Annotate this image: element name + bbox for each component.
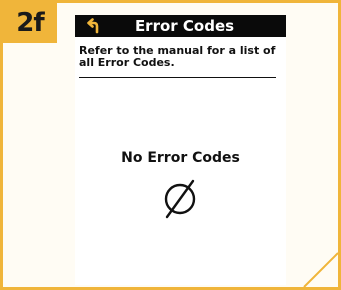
device-screen: Error Codes Refer to the manual for a li… — [75, 15, 286, 285]
title-bar: Error Codes — [75, 15, 286, 37]
instruction-panel: 2f Error Codes Refer to the manual for a… — [0, 0, 341, 290]
no-error-codes-label: No Error Codes — [121, 150, 240, 166]
info-text: Refer to the manual for a list of all Er… — [79, 44, 276, 69]
step-badge: 2f — [3, 3, 57, 43]
corner-accent — [303, 252, 338, 287]
empty-set-icon — [164, 179, 196, 219]
screen-title: Error Codes — [134, 17, 235, 35]
divider — [79, 77, 276, 78]
